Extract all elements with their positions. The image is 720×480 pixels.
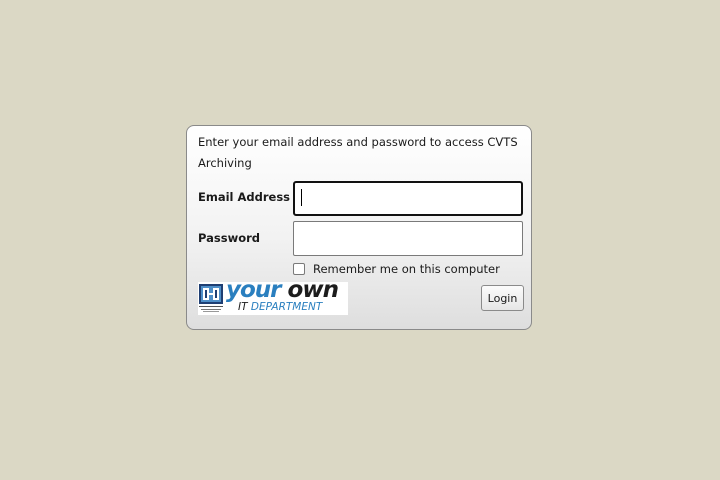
- text-caret: [301, 189, 302, 206]
- email-label: Email Address: [198, 190, 291, 204]
- remember-me-checkbox[interactable]: [293, 263, 305, 275]
- password-label: Password: [198, 231, 260, 245]
- logo-tagline: IT DEPARTMENT: [238, 301, 323, 313]
- login-instructions: Enter your email address and password to…: [198, 135, 518, 170]
- login-button[interactable]: Login: [481, 285, 524, 311]
- logo-caption-mark: [199, 306, 223, 312]
- login-dialog: Enter your email address and password to…: [186, 125, 532, 330]
- email-field[interactable]: [293, 181, 523, 216]
- remember-me-row: Remember me on this computer: [293, 261, 500, 277]
- logo-wordmark: your own: [226, 282, 339, 303]
- password-field[interactable]: [293, 221, 523, 256]
- it-department-logo-icon: [199, 284, 223, 304]
- company-logo: your own IT DEPARTMENT: [198, 282, 348, 315]
- remember-me-label[interactable]: Remember me on this computer: [313, 262, 500, 276]
